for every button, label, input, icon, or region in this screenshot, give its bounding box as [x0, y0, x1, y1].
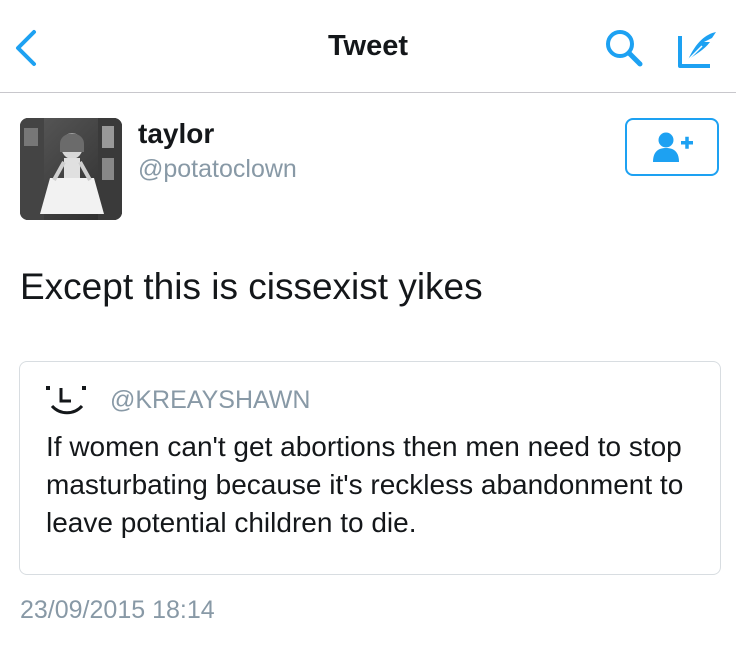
compose-button[interactable]: [676, 28, 722, 70]
quoted-author-avatar-icon: [46, 386, 86, 415]
quoted-tweet-card[interactable]: @KREAYSHAWN If women can't get abortions…: [19, 361, 721, 575]
compose-quill-icon: [678, 32, 716, 68]
author-display-name[interactable]: taylor: [138, 118, 214, 150]
author-username[interactable]: @potatoclown: [138, 155, 297, 184]
tweet-timestamp: 23/09/2015 18:14: [20, 596, 215, 624]
quoted-username: @KREAYSHAWN: [110, 386, 311, 414]
author-avatar-image: [20, 118, 122, 220]
author-avatar[interactable]: [20, 118, 122, 220]
follow-user-icon: [653, 132, 693, 162]
search-icon: [606, 30, 643, 67]
tweet-text: Except this is cissexist yikes: [20, 266, 483, 307]
navigation-bar: Tweet: [0, 0, 736, 93]
follow-button[interactable]: [625, 118, 719, 176]
search-button[interactable]: [604, 28, 644, 68]
quoted-tweet-text: If women can't get abortions then men ne…: [46, 431, 684, 538]
